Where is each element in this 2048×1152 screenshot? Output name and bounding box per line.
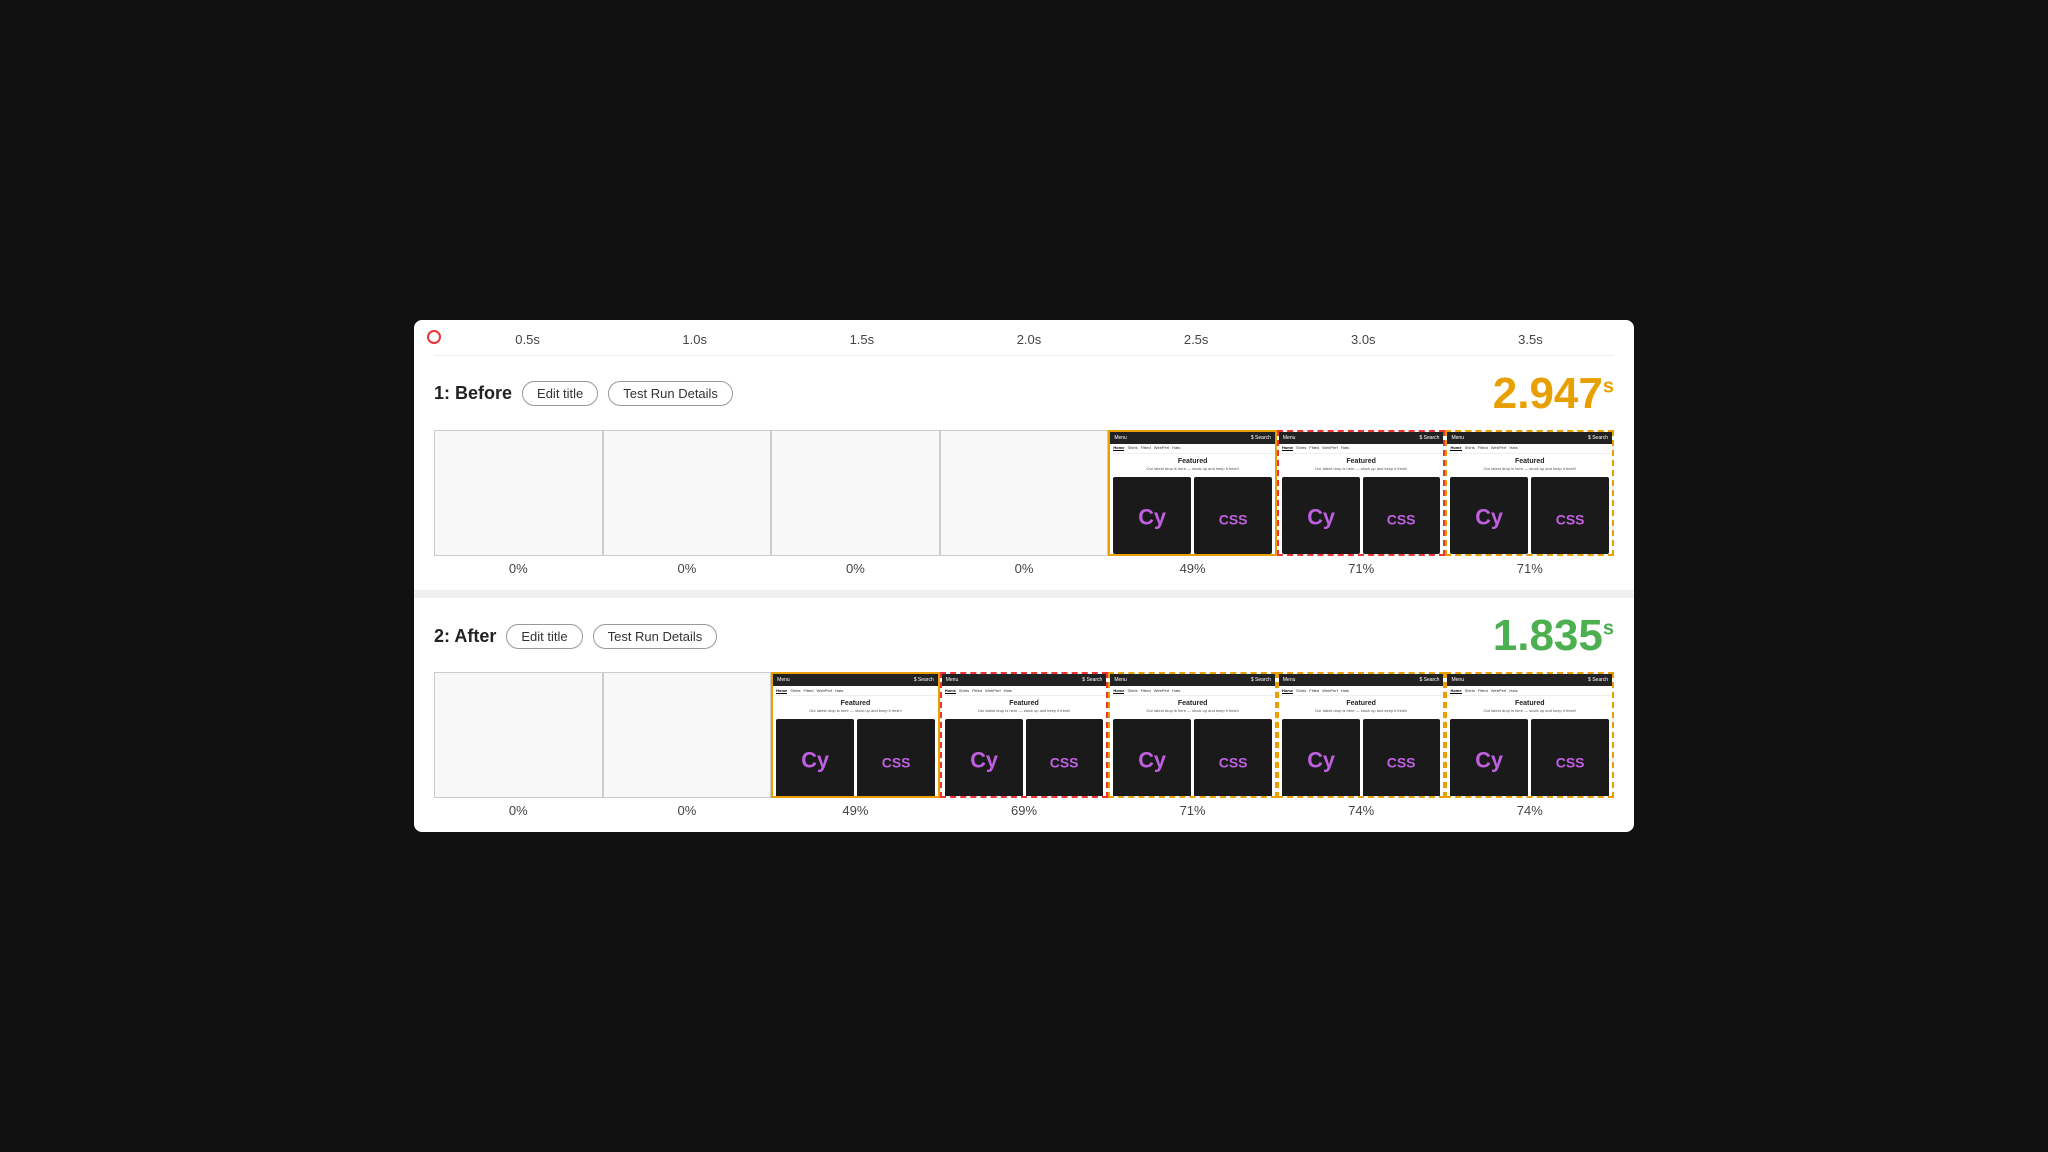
svg-text:CSS: CSS bbox=[1050, 754, 1079, 770]
before-edit-button[interactable]: Edit title bbox=[522, 381, 598, 406]
frame-wrapper: 0% bbox=[603, 430, 772, 576]
filmstrip-frame[interactable]: Menu $ Search Home Shirts Fitted WebPerf… bbox=[1445, 672, 1614, 798]
svg-text:Cy: Cy bbox=[1475, 505, 1503, 530]
frame-percentage: 0% bbox=[677, 803, 696, 818]
frame-wrapper: 0% bbox=[434, 430, 603, 576]
filmstrip-frame[interactable]: Menu $ Search Home Shirts Fitted WebPerf… bbox=[1108, 672, 1277, 798]
after-score: 1.835s bbox=[1493, 614, 1614, 658]
frame-wrapper: Menu $ Search Home Shirts Fitted WebPerf… bbox=[1277, 672, 1446, 818]
frame-percentage: 74% bbox=[1348, 803, 1374, 818]
frame-percentage: 0% bbox=[846, 561, 865, 576]
after-edit-button[interactable]: Edit title bbox=[506, 624, 582, 649]
after-section: 2: After Edit title Test Run Details 1.8… bbox=[414, 598, 1634, 832]
filmstrip-frame[interactable] bbox=[434, 430, 603, 556]
svg-text:Cy: Cy bbox=[1475, 747, 1503, 772]
frame-wrapper: 0% bbox=[603, 672, 772, 818]
filmstrip-frame[interactable] bbox=[603, 672, 772, 798]
filmstrip-frame[interactable]: Menu $ Search Home Shirts Fitted WebPerf… bbox=[771, 672, 940, 798]
frame-percentage: 0% bbox=[509, 803, 528, 818]
frame-percentage: 0% bbox=[509, 561, 528, 576]
before-score-unit: s bbox=[1603, 375, 1614, 397]
timeline-header: 0.5s1.0s1.5s2.0s2.5s3.0s3.5s bbox=[434, 320, 1614, 356]
tick-label: 3.0s bbox=[1280, 332, 1447, 347]
frame-percentage: 0% bbox=[677, 561, 696, 576]
before-details-button[interactable]: Test Run Details bbox=[608, 381, 733, 406]
svg-text:Cy: Cy bbox=[1138, 747, 1166, 772]
frame-wrapper: Menu $ Search Home Shirts Fitted WebPerf… bbox=[1445, 430, 1614, 576]
frame-percentage: 71% bbox=[1180, 803, 1206, 818]
frame-wrapper: Menu $ Search Home Shirts Fitted WebPerf… bbox=[940, 672, 1109, 818]
after-details-button[interactable]: Test Run Details bbox=[593, 624, 718, 649]
tick-label: 3.5s bbox=[1447, 332, 1614, 347]
svg-text:Cy: Cy bbox=[1307, 505, 1335, 530]
frame-percentage: 49% bbox=[842, 803, 868, 818]
svg-text:Cy: Cy bbox=[970, 747, 998, 772]
frame-wrapper: 0% bbox=[434, 672, 603, 818]
after-title: 2: After bbox=[434, 626, 496, 647]
frame-wrapper: Menu $ Search Home Shirts Fitted WebPerf… bbox=[771, 672, 940, 818]
main-container: 0.5s1.0s1.5s2.0s2.5s3.0s3.5s 1: Before E… bbox=[414, 320, 1634, 833]
before-section: 1: Before Edit title Test Run Details 2.… bbox=[414, 356, 1634, 590]
svg-text:CSS: CSS bbox=[1387, 512, 1416, 528]
frame-wrapper: Menu $ Search Home Shirts Fitted WebPerf… bbox=[1108, 430, 1277, 576]
frame-percentage: 71% bbox=[1517, 561, 1543, 576]
tick-label: 1.0s bbox=[611, 332, 778, 347]
tick-label: 1.5s bbox=[778, 332, 945, 347]
frame-percentage: 69% bbox=[1011, 803, 1037, 818]
after-section-header: 2: After Edit title Test Run Details 1.8… bbox=[434, 614, 1614, 658]
after-filmstrip: 0% 0% Menu $ Search Home Shirts Fitted We… bbox=[434, 672, 1614, 818]
timeline-ticks: 0.5s1.0s1.5s2.0s2.5s3.0s3.5s bbox=[444, 332, 1614, 347]
filmstrip-frame[interactable] bbox=[940, 430, 1109, 556]
frame-wrapper: Menu $ Search Home Shirts Fitted WebPerf… bbox=[1445, 672, 1614, 818]
svg-text:CSS: CSS bbox=[1556, 512, 1585, 528]
filmstrip-frame[interactable]: Menu $ Search Home Shirts Fitted WebPerf… bbox=[1445, 430, 1614, 556]
svg-text:CSS: CSS bbox=[1219, 754, 1248, 770]
after-score-value: 1.835 bbox=[1493, 611, 1603, 660]
frame-wrapper: 0% bbox=[771, 430, 940, 576]
svg-text:CSS: CSS bbox=[881, 754, 910, 770]
svg-text:Cy: Cy bbox=[1307, 747, 1335, 772]
before-score: 2.947s bbox=[1493, 372, 1614, 416]
frame-percentage: 71% bbox=[1348, 561, 1374, 576]
before-filmstrip: 0% 0% 0% 0% Menu $ Search Home Shirts Fitte… bbox=[434, 430, 1614, 576]
frame-percentage: 0% bbox=[1015, 561, 1034, 576]
tick-label: 0.5s bbox=[444, 332, 611, 347]
filmstrip-frame[interactable] bbox=[434, 672, 603, 798]
svg-text:Cy: Cy bbox=[801, 747, 829, 772]
filmstrip-frame[interactable]: Menu $ Search Home Shirts Fitted WebPerf… bbox=[1277, 430, 1446, 556]
tick-label: 2.5s bbox=[1113, 332, 1280, 347]
filmstrip-frame[interactable]: Menu $ Search Home Shirts Fitted WebPerf… bbox=[1108, 430, 1277, 556]
before-title: 1: Before bbox=[434, 383, 512, 404]
timeline-marker bbox=[427, 330, 441, 344]
frame-percentage: 49% bbox=[1180, 561, 1206, 576]
frame-percentage: 74% bbox=[1517, 803, 1543, 818]
svg-text:Cy: Cy bbox=[1138, 505, 1166, 530]
frame-wrapper: 0% bbox=[940, 430, 1109, 576]
before-score-value: 2.947 bbox=[1493, 369, 1603, 418]
before-section-header: 1: Before Edit title Test Run Details 2.… bbox=[434, 372, 1614, 416]
filmstrip-frame[interactable]: Menu $ Search Home Shirts Fitted WebPerf… bbox=[940, 672, 1109, 798]
frame-wrapper: Menu $ Search Home Shirts Fitted WebPerf… bbox=[1277, 430, 1446, 576]
svg-text:CSS: CSS bbox=[1387, 754, 1416, 770]
filmstrip-frame[interactable]: Menu $ Search Home Shirts Fitted WebPerf… bbox=[1277, 672, 1446, 798]
svg-text:CSS: CSS bbox=[1219, 512, 1248, 528]
filmstrip-frame[interactable] bbox=[771, 430, 940, 556]
filmstrip-frame[interactable] bbox=[603, 430, 772, 556]
frame-wrapper: Menu $ Search Home Shirts Fitted WebPerf… bbox=[1108, 672, 1277, 818]
after-score-unit: s bbox=[1603, 617, 1614, 639]
section-divider bbox=[414, 590, 1634, 598]
svg-text:CSS: CSS bbox=[1556, 754, 1585, 770]
tick-label: 2.0s bbox=[945, 332, 1112, 347]
